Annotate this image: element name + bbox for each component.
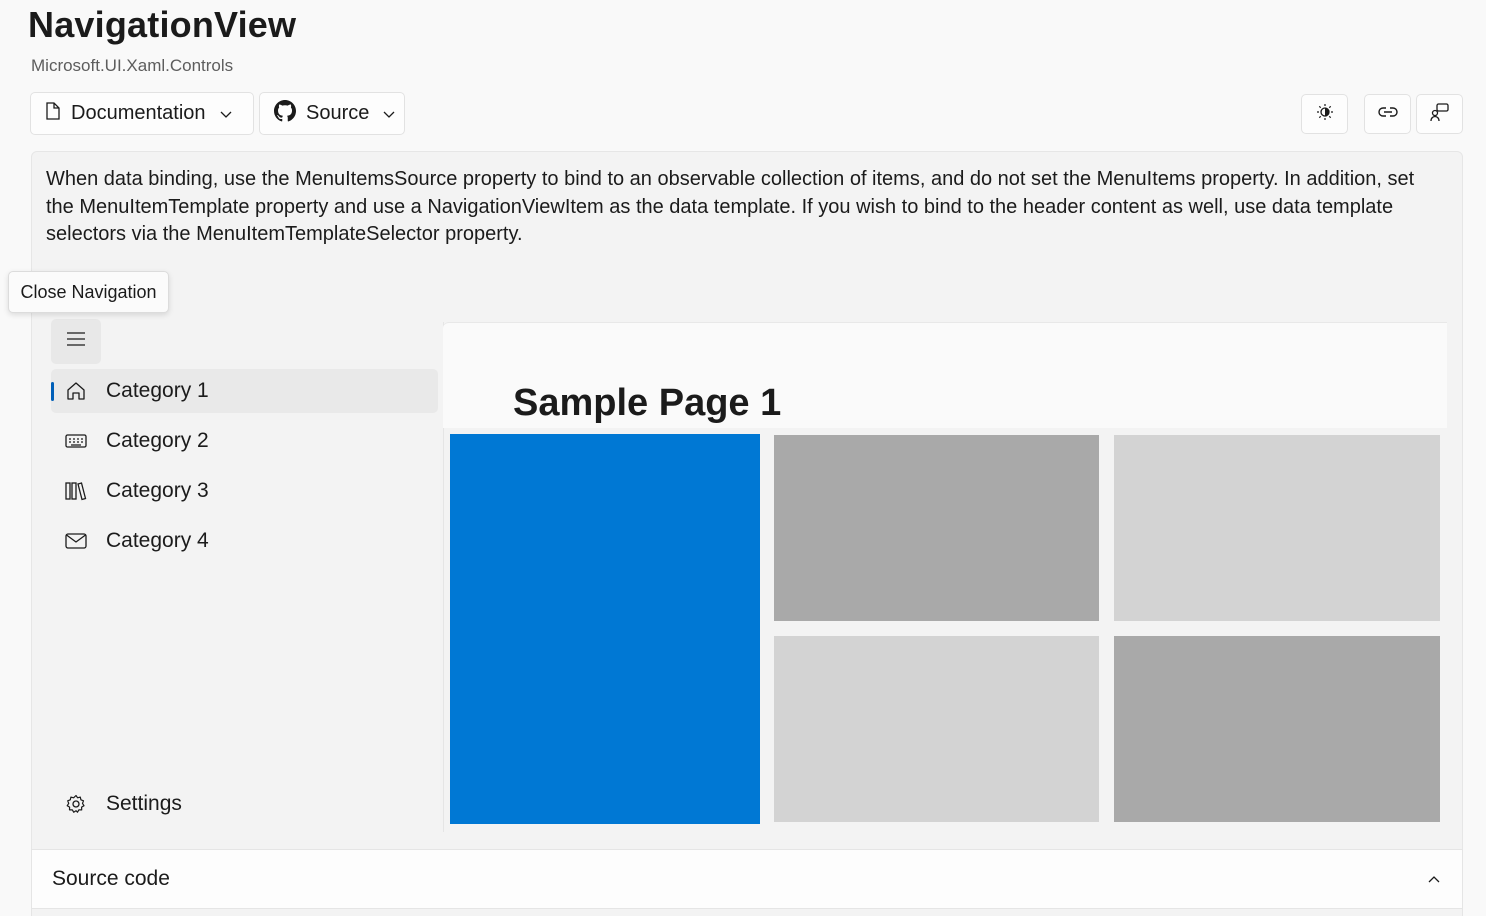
documentation-dropdown-button[interactable]: Documentation [30,92,254,135]
toggle-pane-button[interactable] [51,319,101,364]
nav-item-category-3[interactable]: Category 3 [51,469,438,513]
sample-description: When data binding, use the MenuItemsSour… [46,168,1415,245]
nav-item-label: Category 4 [106,529,209,552]
theme-toggle-button[interactable] [1301,94,1348,134]
link-icon [1377,105,1398,123]
nav-item-label: Category 3 [106,479,209,502]
keyboard-icon [65,430,87,452]
source-code-body [31,909,1463,916]
nav-item-category-4[interactable]: Category 4 [51,519,438,563]
selection-indicator [51,382,54,401]
theme-toggle-icon [1316,103,1334,126]
sample-page-heading: Sample Page 1 [513,382,782,424]
documentation-label: Documentation [71,102,206,124]
chevron-down-icon [220,102,232,125]
nav-item-category-2[interactable]: Category 2 [51,419,438,463]
page-title: NavigationView [28,4,297,45]
close-navigation-tooltip: Close Navigation [8,271,169,313]
mail-icon [65,530,87,552]
chevron-down-icon [383,102,395,125]
accent-tile [450,434,760,824]
source-code-label: Source code [52,867,170,890]
dark-gray-tile [1114,636,1440,822]
light-gray-tile [774,636,1099,822]
nav-item-settings[interactable]: Settings [51,782,438,826]
library-icon [65,480,87,502]
source-code-expander[interactable]: Source code [31,849,1463,909]
nav-item-label: Category 1 [106,379,209,402]
nav-item-category-1[interactable]: Category 1 [51,369,438,413]
settings-label: Settings [106,792,182,815]
dark-gray-tile [774,435,1099,621]
light-gray-tile [1114,435,1440,621]
home-icon [65,380,87,402]
copy-link-button[interactable] [1364,94,1411,134]
chevron-up-icon [1428,870,1440,888]
nav-item-label: Category 2 [106,429,209,452]
hamburger-menu-icon [66,332,86,351]
feedback-button[interactable] [1416,94,1463,134]
feedback-icon [1429,102,1450,127]
page-subtitle: Microsoft.UI.Xaml.Controls [31,56,234,75]
source-label: Source [306,102,370,124]
document-icon [45,101,61,126]
github-icon [274,99,296,128]
source-dropdown-button[interactable]: Source [259,92,405,135]
gear-icon [65,793,87,815]
